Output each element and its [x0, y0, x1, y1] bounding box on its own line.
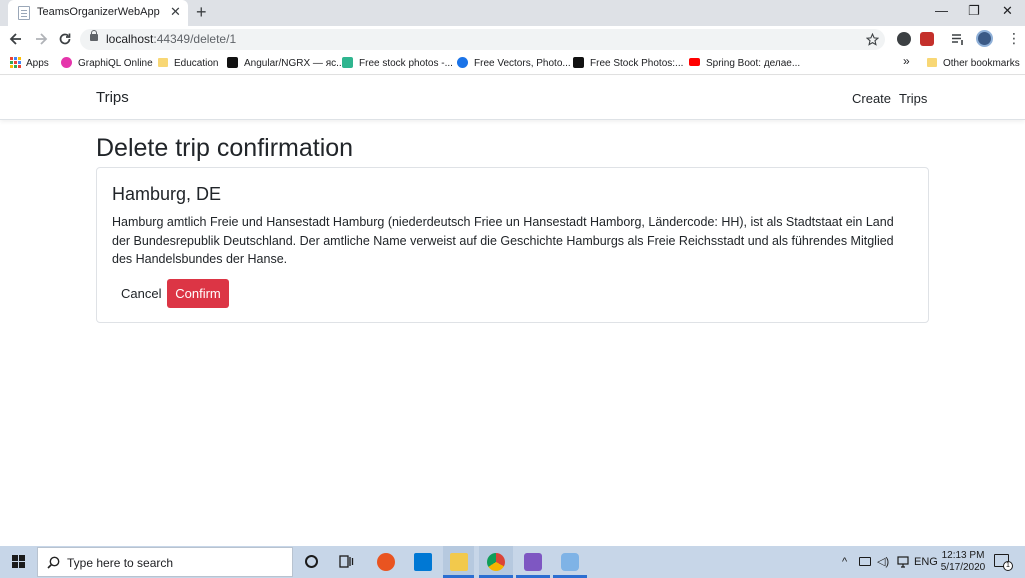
search-placeholder: Type here to search: [67, 556, 174, 570]
nav-link-create[interactable]: Create: [852, 91, 891, 106]
site-navbar: Trips Create Trips: [0, 76, 1025, 120]
tab-strip: TeamsOrganizerWebApp ✕ + — ❐ ✕: [0, 0, 1025, 26]
burst-icon: [573, 57, 584, 68]
star-icon[interactable]: [866, 33, 879, 46]
bookmark-apps[interactable]: Apps: [10, 57, 49, 70]
volume-icon[interactable]: ◁): [877, 556, 889, 568]
bookmark-angular-ngrx[interactable]: Angular/NGRX — яс...: [227, 57, 344, 70]
ubuntu-icon[interactable]: [377, 553, 395, 571]
navbar-brand[interactable]: Trips: [96, 89, 129, 106]
new-tab-button[interactable]: +: [196, 2, 207, 22]
address-bar[interactable]: localhost:44349/delete/1: [80, 29, 885, 50]
folder-icon: [158, 58, 168, 67]
tab-title: TeamsOrganizerWebApp: [37, 6, 160, 18]
folder-icon: [927, 58, 937, 67]
back-arrow-icon[interactable]: [9, 32, 23, 46]
bookmark-graphiql[interactable]: GraphiQL Online: [61, 57, 153, 70]
other-bookmarks[interactable]: Other bookmarks: [927, 57, 1020, 70]
clock-date: 5/17/2020: [940, 562, 986, 573]
network-icon[interactable]: [897, 556, 909, 568]
lock-icon: [90, 30, 98, 41]
reload-icon[interactable]: [58, 32, 72, 46]
paint-icon[interactable]: [561, 553, 579, 571]
tab-close-icon[interactable]: ✕: [170, 4, 181, 20]
battery-icon[interactable]: [859, 557, 871, 566]
file-explorer-icon[interactable]: [450, 553, 468, 571]
trip-card: Hamburg, DE Hamburg amtlich Freie und Ha…: [96, 167, 929, 323]
mail-icon[interactable]: [414, 553, 432, 571]
apps-grid-icon: [10, 57, 21, 68]
tray-chevron-icon[interactable]: ^: [842, 556, 847, 568]
page-favicon-icon: [18, 6, 30, 20]
bookmark-education[interactable]: Education: [158, 57, 218, 70]
confirm-button[interactable]: Confirm: [167, 279, 229, 308]
taskbar-search-box[interactable]: Type here to search: [37, 547, 293, 577]
freepik-icon: [457, 57, 468, 68]
extension-dark-mode-icon[interactable]: [897, 32, 911, 46]
bookmark-free-stock-photos-b[interactable]: Free Stock Photos:...: [573, 57, 683, 70]
forward-arrow-icon[interactable]: [34, 32, 48, 46]
medium-icon: [227, 57, 238, 68]
bookmark-free-stock-photos[interactable]: Free stock photos -...: [342, 57, 453, 70]
restore-button[interactable]: ❐: [968, 3, 980, 19]
trip-description: Hamburg amtlich Freie und Hansestadt Ham…: [112, 215, 894, 266]
task-view-icon[interactable]: [339, 554, 354, 569]
trip-title: Hamburg, DE: [112, 184, 222, 204]
bookmark-free-vectors[interactable]: Free Vectors, Photo...: [457, 57, 571, 70]
chrome-icon[interactable]: [487, 553, 505, 571]
notification-count-badge: 1: [1003, 561, 1013, 571]
system-clock[interactable]: 12:13 PM 5/17/2020: [940, 550, 986, 574]
profile-avatar[interactable]: [976, 30, 993, 47]
browser-toolbar: localhost:44349/delete/1 ⋮: [0, 26, 1025, 53]
url-text: localhost:44349/delete/1: [106, 32, 237, 46]
bookmarks-bar: Apps GraphiQL Online Education Angular/N…: [0, 53, 1025, 75]
bookmarks-overflow-button[interactable]: »: [903, 55, 910, 68]
extension-red-icon[interactable]: [920, 32, 934, 46]
more-vert-icon[interactable]: ⋮: [1007, 30, 1021, 46]
bookmark-spring-boot[interactable]: Spring Boot: делае...: [689, 57, 800, 70]
windows-start-icon[interactable]: [12, 555, 26, 569]
cortana-icon[interactable]: [305, 555, 318, 568]
clock-time: 12:13 PM: [941, 550, 985, 561]
page-title: Delete trip confirmation: [96, 134, 354, 162]
language-indicator[interactable]: ENG: [914, 556, 938, 568]
minimize-button[interactable]: —: [935, 3, 948, 19]
nav-link-trips[interactable]: Trips: [899, 91, 927, 106]
visual-studio-icon[interactable]: [524, 553, 542, 571]
browser-tab[interactable]: TeamsOrganizerWebApp ✕: [8, 0, 188, 26]
playlist-icon[interactable]: [951, 32, 965, 46]
cancel-button[interactable]: Cancel: [113, 279, 169, 308]
windows-taskbar: Type here to search ^ ◁) ENG 12:13 PM 5/…: [0, 546, 1025, 578]
youtube-icon: [689, 58, 700, 66]
search-icon: [47, 556, 60, 569]
graphql-icon: [61, 57, 72, 68]
close-window-button[interactable]: ✕: [1002, 3, 1013, 19]
pexels-icon: [342, 57, 353, 68]
